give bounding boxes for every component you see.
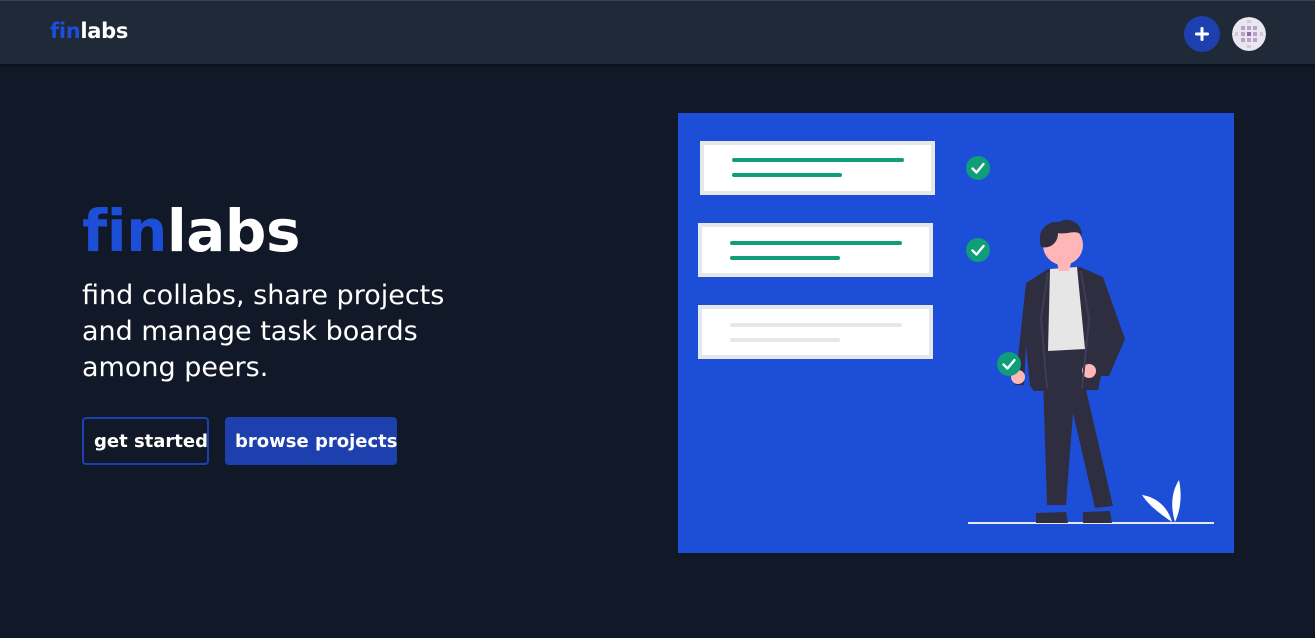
hero-illustration [678,113,1234,553]
hero-title: finlabs [82,193,300,269]
logo-labs-text: labs [80,19,129,43]
check-icon [997,352,1021,376]
check-icon [966,238,990,262]
hero-title-fin: fin [82,197,167,265]
navbar: finlabs [0,0,1315,64]
hero-subtitle: find collabs, share projects and manage … [82,280,445,383]
avatar-pattern-icon [1232,17,1266,51]
hero-title-labs: labs [166,197,301,265]
browse-projects-button[interactable]: browse projects [225,417,397,465]
plant-leaf-icon [1142,480,1181,522]
illustration-svg [698,141,1214,524]
user-avatar[interactable] [1232,17,1266,51]
logo-fin-text: fin [50,19,81,43]
person-figure-icon [1011,219,1125,523]
plus-icon [1195,27,1209,41]
task-card-3 [698,305,933,359]
get-started-button[interactable]: get started [82,417,209,465]
task-card-1 [700,141,935,195]
add-project-button[interactable] [1184,16,1220,52]
task-card-2 [698,223,933,277]
check-icon [966,156,990,180]
nav-logo[interactable]: finlabs [50,19,128,43]
